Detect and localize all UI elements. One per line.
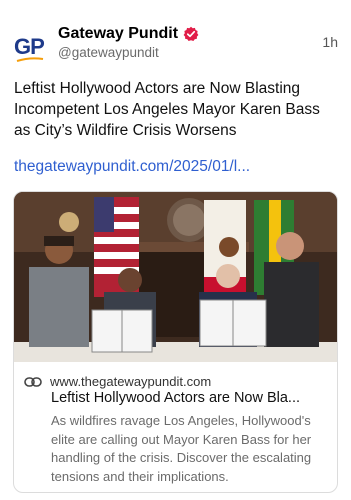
link-preview-card[interactable]: www.thegatewaypundit.com Leftist Hollywo… <box>13 191 338 493</box>
post-link[interactable]: thegatewaypundit.com/2025/01/l... <box>14 158 250 176</box>
post-header: GP Gateway Pundit @gatewaypundit 1h <box>14 24 338 66</box>
verified-badge-icon <box>183 26 199 41</box>
post-text: Leftist Hollywood Actors are Now Blastin… <box>14 80 320 139</box>
avatar[interactable]: GP <box>14 30 48 64</box>
card-domain: www.thegatewaypundit.com <box>50 374 212 389</box>
card-domain-row: www.thegatewaypundit.com <box>24 374 211 389</box>
article-image <box>14 192 337 362</box>
author-name[interactable]: Gateway Pundit <box>58 24 199 43</box>
card-title: Leftist Hollywood Actors are Now Bla... <box>51 390 301 406</box>
card-description: As wildfires ravage Los Angeles, Hollywo… <box>51 413 312 484</box>
author-name-label: Gateway Pundit <box>58 25 179 42</box>
card-body: www.thegatewaypundit.com Leftist Hollywo… <box>14 362 337 492</box>
post-timestamp[interactable]: 1h <box>322 34 338 50</box>
link-icon <box>24 376 42 387</box>
author-handle[interactable]: @gatewaypundit <box>58 45 159 60</box>
logo-swoosh-icon <box>16 57 44 62</box>
